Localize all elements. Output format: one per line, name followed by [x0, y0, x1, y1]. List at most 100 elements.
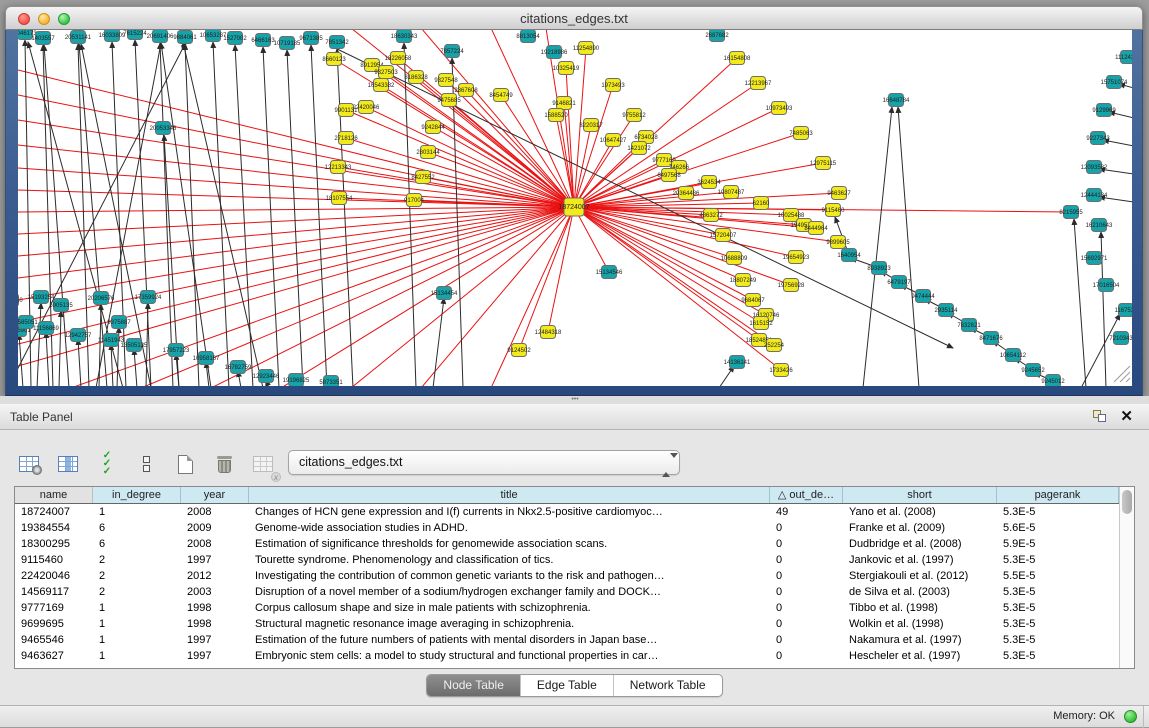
- show-column-icon[interactable]: [55, 451, 81, 477]
- table-row[interactable]: 946554611997Estimation of the future num…: [15, 632, 1119, 648]
- graph-node-label: 11124358: [1115, 55, 1132, 61]
- panel-splitter[interactable]: •••: [0, 396, 1149, 404]
- table-cell: 1: [93, 648, 181, 664]
- table-cell: 1: [93, 616, 181, 632]
- table-cell: 0: [770, 616, 843, 632]
- table-cell: Jankovic et al. (1997): [843, 552, 997, 568]
- table-row[interactable]: 911546021997Tourette syndrome. Phenomeno…: [15, 552, 1119, 568]
- table-row[interactable]: 1830029562008Estimation of significance …: [15, 536, 1119, 552]
- delete-column-icon[interactable]: [211, 451, 237, 477]
- window-titlebar[interactable]: citations_edges.txt: [5, 6, 1143, 30]
- graph-node-label: 6466163: [251, 38, 275, 44]
- table-cell: Franke et al. (2009): [843, 520, 997, 536]
- graph-node-label: 2803144: [416, 150, 440, 156]
- window-frame: 2046173140355720531141160338097615224206…: [5, 30, 1143, 396]
- column-header-in_degree[interactable]: in_degree: [93, 487, 181, 503]
- scrollbar-thumb[interactable]: [1122, 490, 1132, 514]
- table-cell: 2009: [181, 520, 249, 536]
- column-header-name[interactable]: name: [15, 487, 93, 503]
- graph-node-label: 9901131: [335, 108, 359, 114]
- graph-node-label: 12484318: [535, 330, 562, 336]
- table-cell: Tourette syndrome. Phenomenology and cla…: [249, 552, 770, 568]
- table-row[interactable]: 1938455462009Genome-wide association stu…: [15, 520, 1119, 536]
- table-cell: 9699695: [15, 616, 93, 632]
- table-cell: 1998: [181, 616, 249, 632]
- graph-node-label: 9474444: [911, 294, 935, 300]
- graph-node-label: 7857224: [440, 49, 464, 55]
- tab-edge-table[interactable]: Edge Table: [520, 675, 613, 696]
- tab-node-table[interactable]: Node Table: [427, 675, 520, 696]
- table-row[interactable]: 2242004622012Investigating the contribut…: [15, 568, 1119, 584]
- graph-node-label: 8215955: [1059, 210, 1083, 216]
- graph-node-label: 2687682: [705, 33, 729, 39]
- graph-node-label: 20053346: [150, 126, 177, 132]
- graph-node-label: 12213967: [745, 81, 772, 87]
- table-cell: 1997: [181, 648, 249, 664]
- graph-node-label: 18630343: [391, 34, 418, 40]
- table-settings-icon[interactable]: [16, 451, 42, 477]
- network-canvas[interactable]: 2046173140355720531141160338097615224206…: [18, 30, 1132, 386]
- select-columns-icon[interactable]: ✓✓✓: [94, 451, 120, 477]
- graph-node-label: 16782759: [225, 365, 252, 371]
- graph-node-label: 1588520: [544, 113, 568, 119]
- table-cell: 0: [770, 568, 843, 584]
- table-cell: 6: [93, 536, 181, 552]
- splitter-grip-icon[interactable]: •••: [569, 397, 581, 403]
- table-cell: Embryonic stem cells: a model to study s…: [249, 648, 770, 664]
- graph-node-label: 20531141: [65, 35, 92, 41]
- table-cell: 2: [93, 584, 181, 600]
- graph-node-label: 9327548: [434, 78, 458, 84]
- table-scrollbar[interactable]: [1119, 487, 1134, 668]
- table-cell: Wolkin et al. (1998): [843, 616, 997, 632]
- table-cell: 18300295: [15, 536, 93, 552]
- graph-node-label: 17957223: [163, 348, 190, 354]
- table-cell: 0: [770, 520, 843, 536]
- table-cell: Genome-wide association studies in ADHD.: [249, 520, 770, 536]
- graph-node-label: 2367608: [454, 88, 478, 94]
- close-panel-icon[interactable]: ✕: [1120, 407, 1133, 425]
- graph-node-label: 10719185: [274, 41, 301, 47]
- column-header-year[interactable]: year: [181, 487, 249, 503]
- network-file-select[interactable]: citations_edges.txt: [288, 450, 680, 475]
- graph-node-label: 9463627: [827, 191, 851, 197]
- graph-node-label: 8471676: [979, 336, 1003, 342]
- table-cell: 49: [770, 504, 843, 520]
- graph-node-label: 7615224: [123, 31, 147, 37]
- table-cell: Stergiakouli et al. (2012): [843, 568, 997, 584]
- table-row[interactable]: 969969511998Structural magnetic resonanc…: [15, 616, 1119, 632]
- citation-graph[interactable]: 2046173140355720531141160338097615224206…: [18, 30, 1132, 386]
- column-header-short[interactable]: short: [843, 487, 997, 503]
- graph-node-label: 18107554: [326, 196, 353, 202]
- graph-node-label: 9475685: [437, 98, 461, 104]
- graph-node-label: 9242844: [421, 125, 445, 131]
- table-row[interactable]: 1872400712008Changes of HCN gene express…: [15, 504, 1119, 520]
- column-header-title[interactable]: title: [249, 487, 770, 503]
- table-cell: 14569117: [15, 584, 93, 600]
- graph-node-label: 1421072: [627, 146, 651, 152]
- graph-node-label: 12213343: [325, 165, 352, 171]
- column-header-pagerank[interactable]: pagerank: [997, 487, 1119, 503]
- graph-node-label: 10688809: [721, 256, 748, 262]
- table-cell: Structural magnetic resonance image aver…: [249, 616, 770, 632]
- table-cell: 22420046: [15, 568, 93, 584]
- graph-node-label: 12444134: [1081, 193, 1108, 199]
- table-row[interactable]: 946362711997Embryonic stem cells: a mode…: [15, 648, 1119, 664]
- graph-node-label: 18807249: [730, 278, 757, 284]
- float-panel-icon[interactable]: [1093, 410, 1107, 423]
- table-cell: 5.3E-5: [997, 584, 1119, 600]
- table-row[interactable]: 977716911998Corpus callosum shape and si…: [15, 600, 1119, 616]
- panel-title: Table Panel: [10, 410, 73, 424]
- graph-node-label: 8813054: [516, 34, 540, 40]
- graph-node-label: 11254890: [573, 46, 600, 52]
- graph-node-label: 10807487: [718, 190, 745, 196]
- graph-node-label: 1733426: [769, 368, 793, 374]
- row-height-icon[interactable]: [133, 451, 159, 477]
- table-cell: 0: [770, 552, 843, 568]
- tab-network-table[interactable]: Network Table: [613, 675, 722, 696]
- table-row[interactable]: 1456911722003Disruption of a novel membe…: [15, 584, 1119, 600]
- table-cell: 0: [770, 536, 843, 552]
- table-cell: 9115460: [15, 552, 93, 568]
- column-header-out_de[interactable]: △ out_de…: [770, 487, 843, 503]
- table-body: 1872400712008Changes of HCN gene express…: [15, 504, 1119, 664]
- new-column-icon[interactable]: [172, 451, 198, 477]
